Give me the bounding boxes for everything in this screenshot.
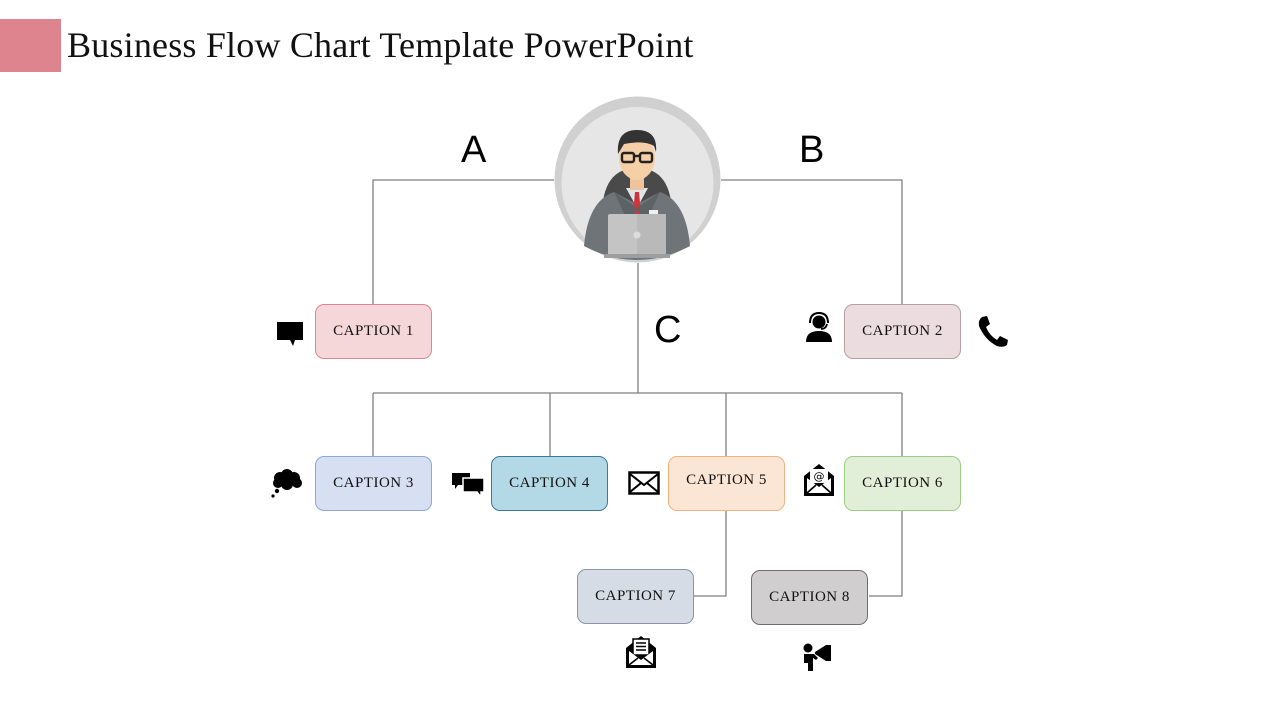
caption-label: CAPTION 7: [595, 588, 676, 604]
caption-box-6[interactable]: CAPTION 6: [844, 456, 961, 511]
branch-label-b: B: [799, 129, 825, 171]
caption-label: CAPTION 8: [769, 589, 850, 605]
caption-box-4[interactable]: CAPTION 4: [491, 456, 608, 511]
svg-text:@: @: [814, 470, 825, 483]
caption-label: CAPTION 6: [862, 475, 943, 491]
connector-a: [372, 179, 554, 304]
caption-box-3[interactable]: CAPTION 3: [315, 456, 432, 511]
phone-icon: [975, 314, 1011, 350]
caption-box-5[interactable]: CAPTION 5: [668, 456, 785, 511]
envelope-icon: [628, 471, 660, 495]
businessman-laptop-icon: [554, 96, 721, 263]
caption-label: CAPTION 3: [333, 475, 414, 491]
connector-5-to-7: [694, 511, 727, 597]
branch-label-c: C: [654, 309, 682, 351]
email-at-icon: @: [802, 462, 836, 498]
connector-6-to-8: [869, 511, 903, 597]
support-agent-icon: [804, 312, 834, 344]
open-letter-icon: [624, 634, 658, 670]
caption-box-2[interactable]: CAPTION 2: [844, 304, 961, 359]
caption-label: CAPTION 5: [686, 472, 767, 488]
megaphone-person-icon: [802, 640, 834, 672]
chat-bubbles-icon: [451, 471, 485, 499]
branch-label-a: A: [461, 129, 487, 171]
caption-label: CAPTION 2: [862, 323, 943, 339]
caption-label: CAPTION 1: [333, 323, 414, 339]
caption-label: CAPTION 4: [509, 475, 590, 491]
speech-bubble-icon: [275, 318, 305, 348]
caption-box-1[interactable]: CAPTION 1: [315, 304, 432, 359]
thought-cloud-icon: [270, 468, 304, 500]
connector-b: [721, 179, 903, 304]
caption-box-7[interactable]: CAPTION 7: [577, 569, 694, 624]
caption-box-8[interactable]: CAPTION 8: [751, 570, 868, 625]
